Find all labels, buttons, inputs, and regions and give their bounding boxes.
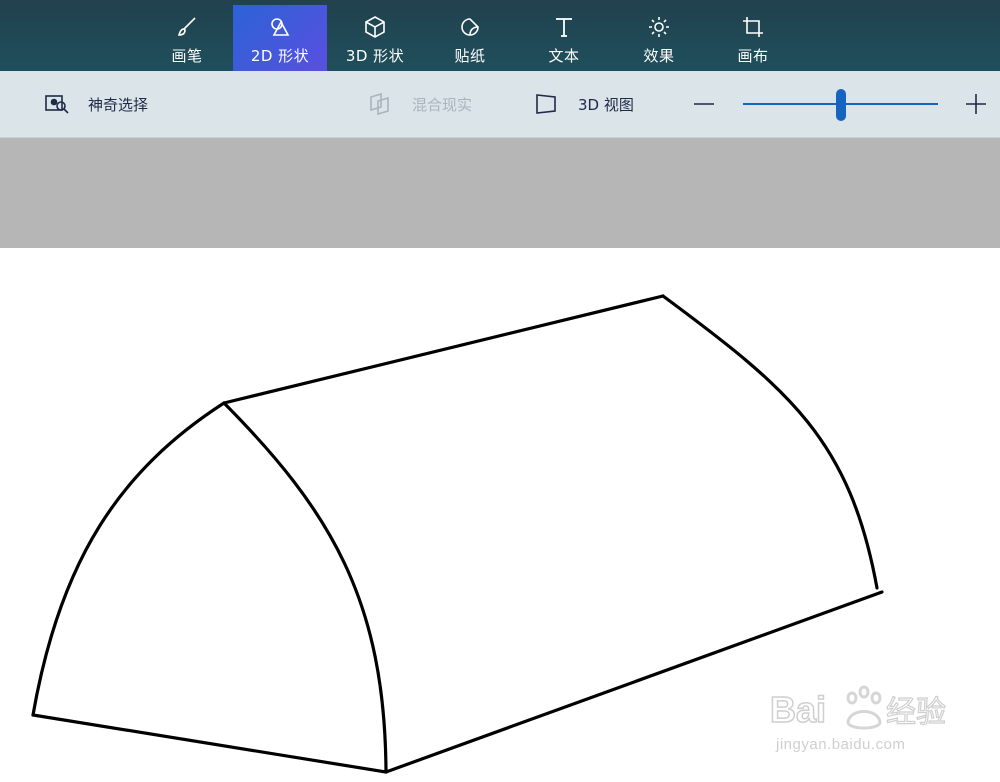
tab-brushes[interactable]: 画笔 <box>140 5 234 71</box>
view-3d-button[interactable]: 3D 视图 <box>534 71 634 137</box>
sticker-icon <box>458 15 482 39</box>
tab-label: 效果 <box>643 47 675 65</box>
shapes-2d-icon <box>268 15 292 39</box>
tab-stickers[interactable]: 贴纸 <box>423 5 517 71</box>
tab-label: 2D 形状 <box>250 47 310 65</box>
workspace-background <box>0 138 1000 248</box>
tab-effects[interactable]: 效果 <box>612 5 706 71</box>
cube-icon <box>363 15 387 39</box>
front-arch-left <box>31 401 226 717</box>
tab-canvas[interactable]: 画布 <box>706 5 800 71</box>
view-3d-icon <box>536 94 556 114</box>
plus-icon <box>966 94 986 114</box>
bottom-side-edge <box>384 590 884 774</box>
sun-icon <box>647 15 671 39</box>
zoom-in-button[interactable] <box>965 93 987 115</box>
tab-label: 文本 <box>548 47 580 65</box>
back-arch <box>661 294 879 590</box>
view-3d-label: 3D 视图 <box>578 95 634 114</box>
tab-text[interactable]: 文本 <box>517 5 611 71</box>
tab-label: 贴纸 <box>454 47 486 65</box>
zoom-out-button[interactable] <box>693 93 715 115</box>
mixed-reality-button[interactable]: 混合现实 <box>368 71 472 137</box>
drawing <box>31 294 884 774</box>
tab-2d-shapes[interactable]: 2D 形状 <box>233 5 327 71</box>
text-icon <box>552 15 576 39</box>
brush-icon <box>175 15 199 39</box>
bottom-front-edge <box>31 713 388 774</box>
magic-select-label: 神奇选择 <box>88 95 149 114</box>
mixed-reality-icon <box>370 92 389 116</box>
tab-label: 画笔 <box>171 47 203 65</box>
top-ridge-line <box>222 294 665 405</box>
drawing-canvas[interactable] <box>0 248 1000 778</box>
tab-label: 3D 形状 <box>345 47 405 65</box>
tab-3d-shapes[interactable]: 3D 形状 <box>328 5 422 71</box>
crop-icon <box>741 15 765 39</box>
mixed-reality-label: 混合现实 <box>412 95 473 114</box>
tab-label: 画布 <box>737 47 769 65</box>
magic-select-button[interactable]: 神奇选择 <box>44 71 148 137</box>
top-tab-bar: 画笔 2D 形状 3D 形状 贴纸 文本 效果 画布 <box>0 0 1000 71</box>
front-arch-right <box>222 401 388 774</box>
minus-icon <box>694 103 714 105</box>
magic-select-icon <box>45 95 69 114</box>
zoom-slider-thumb[interactable] <box>836 89 846 121</box>
